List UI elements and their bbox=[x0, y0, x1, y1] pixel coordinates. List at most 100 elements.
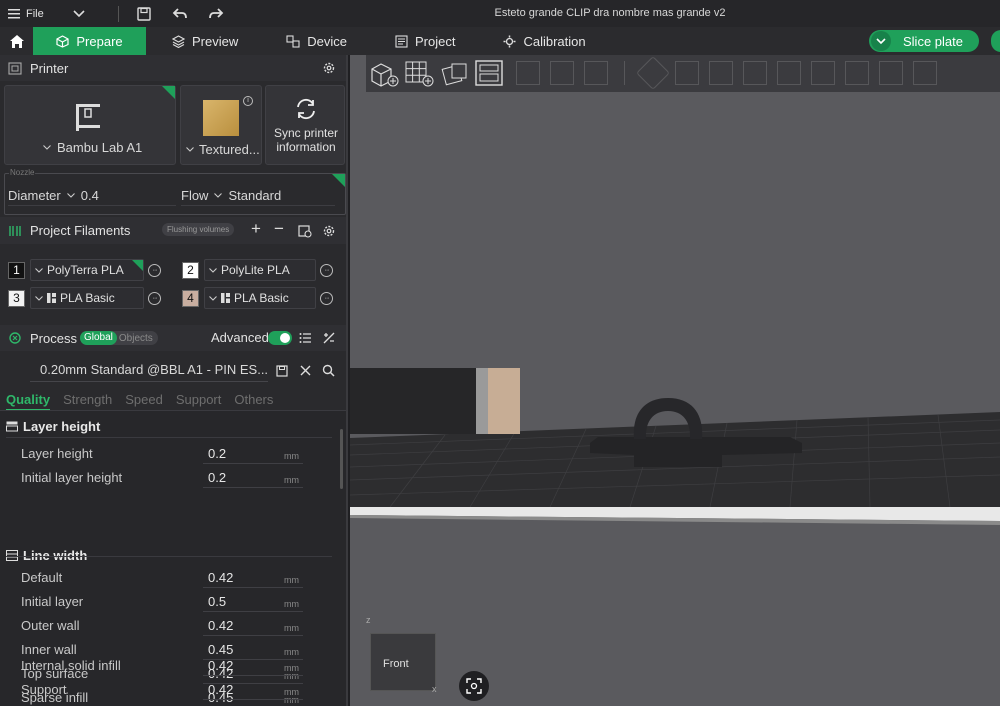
divider bbox=[117, 5, 119, 22]
subtab-quality[interactable]: Quality bbox=[6, 392, 51, 411]
info-icon[interactable]: i bbox=[243, 96, 253, 106]
sync-printer-button[interactable]: Sync printer information bbox=[265, 85, 345, 165]
tab-calibration[interactable]: Calibration bbox=[479, 27, 609, 55]
param-input[interactable]: 0.2 mm bbox=[203, 444, 303, 464]
gear-icon[interactable] bbox=[322, 61, 336, 75]
param-input[interactable]: 0.42 mm bbox=[203, 656, 303, 676]
more-options-icon[interactable]: ··· bbox=[148, 291, 161, 305]
param-value: 0.42 bbox=[208, 658, 234, 673]
process-preset-dropdown[interactable]: 0.20mm Standard @BBL A1 - PIN ES... bbox=[30, 358, 268, 382]
chevron-down-icon bbox=[186, 147, 194, 152]
zoom-fit-button[interactable] bbox=[459, 671, 489, 701]
list-icon[interactable] bbox=[299, 332, 312, 344]
subtab-support[interactable]: Support bbox=[176, 392, 222, 411]
tab-project[interactable]: Project bbox=[371, 27, 479, 55]
filaments-section-header: Project Filaments Flushing volumes + − bbox=[0, 217, 346, 244]
param-row: Internal solid infill 0.42 mm bbox=[0, 656, 330, 678]
subtab-strength[interactable]: Strength bbox=[63, 392, 112, 411]
flow-select[interactable]: Flow Standard bbox=[181, 186, 335, 206]
filament-dropdown[interactable]: PLA Basic bbox=[30, 287, 144, 309]
global-option[interactable]: Global bbox=[80, 331, 117, 345]
param-input[interactable]: 0.2 mm bbox=[203, 468, 303, 488]
param-row: Support 0.42 mm bbox=[0, 680, 330, 702]
print-plate-button[interactable] bbox=[991, 30, 1000, 52]
advanced-toggle[interactable] bbox=[268, 331, 292, 345]
param-input[interactable]: 0.42 mm bbox=[203, 616, 303, 636]
filament-name: PLA Basic bbox=[60, 291, 115, 305]
gear-icon[interactable] bbox=[322, 224, 336, 238]
global-objects-toggle[interactable]: Global Objects bbox=[80, 331, 158, 345]
sync-label-line2: information bbox=[276, 140, 336, 154]
printer-section-header: Printer bbox=[0, 55, 346, 81]
chevron-down-icon[interactable] bbox=[68, 3, 90, 25]
printer-select-card[interactable]: Bambu Lab A1 bbox=[4, 85, 176, 165]
more-options-icon[interactable]: ··· bbox=[148, 263, 161, 277]
printer-icon bbox=[8, 61, 22, 75]
process-preset-name: 0.20mm Standard @BBL A1 - PIN ES... bbox=[40, 362, 269, 377]
sync-filament-icon[interactable] bbox=[298, 224, 312, 238]
axis-x-label: x bbox=[432, 684, 437, 694]
nozzle-box: Nozzle Diameter 0.4 Flow Standard bbox=[4, 168, 346, 215]
more-options-icon[interactable]: ··· bbox=[320, 291, 333, 305]
3d-viewport[interactable]: Front z x bbox=[350, 55, 1000, 706]
param-value: 0.5 bbox=[208, 594, 227, 609]
filament-color-swatch[interactable]: 4 bbox=[182, 289, 199, 307]
search-icon[interactable] bbox=[322, 364, 335, 377]
save-preset-icon[interactable] bbox=[276, 365, 288, 377]
filaments-section-title: Project Filaments bbox=[30, 223, 131, 238]
save-icon[interactable] bbox=[133, 3, 155, 25]
fit-view-icon bbox=[466, 678, 482, 694]
chevron-down-icon[interactable] bbox=[871, 31, 891, 51]
subtab-speed[interactable]: Speed bbox=[125, 392, 163, 411]
scrollbar-thumb[interactable] bbox=[340, 429, 343, 489]
printer-name: Bambu Lab A1 bbox=[57, 140, 143, 155]
view-orientation-cube[interactable]: Front bbox=[370, 633, 436, 691]
remove-filament-icon[interactable]: − bbox=[274, 219, 284, 239]
filament-dropdown[interactable]: PLA Basic bbox=[204, 287, 316, 309]
more-options-icon[interactable]: ··· bbox=[320, 263, 333, 277]
divider bbox=[6, 437, 332, 438]
bambu-logo-icon bbox=[221, 293, 230, 303]
filament-item[interactable]: 3 PLA Basic ··· bbox=[8, 287, 161, 309]
filament-color-swatch[interactable]: 1 bbox=[8, 261, 25, 279]
redo-icon[interactable] bbox=[205, 3, 227, 25]
tab-preview[interactable]: Preview bbox=[146, 27, 262, 55]
diameter-select[interactable]: Diameter 0.4 bbox=[8, 186, 176, 206]
front-face-label: Front bbox=[383, 658, 409, 670]
tab-device[interactable]: Device bbox=[262, 27, 371, 55]
build-plate-scene bbox=[350, 368, 1000, 525]
file-menu-label: File bbox=[26, 7, 44, 20]
filament-item[interactable]: 1 PolyTerra PLA ··· bbox=[8, 259, 161, 281]
slice-plate-button[interactable]: Slice plate bbox=[869, 30, 979, 52]
tab-prepare[interactable]: Prepare bbox=[33, 27, 146, 55]
file-menu[interactable]: File bbox=[8, 8, 44, 20]
param-input[interactable]: 0.42 mm bbox=[203, 568, 303, 588]
compare-icon[interactable] bbox=[322, 331, 336, 345]
filament-dropdown[interactable]: PolyLite PLA bbox=[204, 259, 316, 281]
chevron-down-icon bbox=[43, 145, 51, 150]
home-button[interactable] bbox=[0, 27, 33, 55]
filament-item[interactable]: 4 PLA Basic ··· bbox=[182, 287, 333, 309]
filament-color-swatch[interactable]: 3 bbox=[8, 289, 25, 307]
param-input[interactable]: 0.42 mm bbox=[203, 680, 303, 700]
objects-option[interactable]: Objects bbox=[117, 333, 155, 344]
plate-dropdown[interactable]: Textured... bbox=[186, 142, 260, 157]
flushing-volumes-button[interactable]: Flushing volumes bbox=[162, 223, 235, 236]
close-icon[interactable] bbox=[300, 365, 311, 376]
filament-color-swatch[interactable]: 2 bbox=[182, 261, 199, 279]
filament-name: PolyTerra PLA bbox=[47, 263, 124, 277]
printer-dropdown[interactable]: Bambu Lab A1 bbox=[43, 140, 142, 155]
filament-item[interactable]: 2 PolyLite PLA ··· bbox=[182, 259, 333, 281]
filament-dropdown[interactable]: PolyTerra PLA bbox=[30, 259, 144, 281]
selected-marker bbox=[132, 260, 143, 271]
param-value: 0.42 bbox=[208, 618, 234, 633]
plate-select-card[interactable]: i Textured... bbox=[180, 85, 262, 165]
filament-name: PolyLite PLA bbox=[221, 263, 290, 277]
undo-icon[interactable] bbox=[169, 3, 191, 25]
chevron-down-icon bbox=[214, 193, 223, 198]
param-input[interactable]: 0.5 mm bbox=[203, 592, 303, 612]
subtab-others[interactable]: Others bbox=[234, 392, 273, 411]
unit-label: mm bbox=[284, 451, 299, 461]
chevron-down-icon bbox=[35, 267, 43, 273]
add-filament-icon[interactable]: + bbox=[251, 219, 261, 239]
